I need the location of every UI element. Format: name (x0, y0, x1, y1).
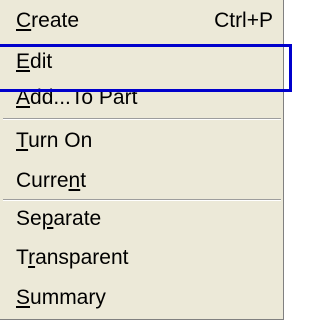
menu-item-turn-on[interactable]: Turn On (0, 123, 283, 159)
menu-item-summary[interactable]: Summary (0, 280, 283, 316)
menu-item-label: Summary (16, 286, 106, 309)
menu-item-transparent[interactable]: Transparent (0, 240, 283, 276)
menu-item-label: Transparent (16, 246, 129, 269)
menu-item-label: Edit (16, 50, 53, 73)
shortcut-label: Ctrl+P (214, 9, 273, 32)
menu-separator (3, 118, 281, 120)
context-menu: Create Ctrl+P Edit Add...To Part Turn On… (0, 0, 284, 320)
menu-item-separate[interactable]: Separate (0, 201, 283, 237)
menu-item-current[interactable]: Current (0, 163, 283, 199)
menu-item-edit[interactable]: Edit (0, 44, 283, 80)
menu-item-label: Create (16, 9, 80, 32)
menu-item-label: Add...To Part (16, 86, 138, 109)
menu-item-label: Current (16, 169, 87, 192)
menu-item-label: Separate (16, 207, 102, 230)
menu-item-create[interactable]: Create Ctrl+P (0, 3, 283, 39)
menu-item-label: Turn On (16, 129, 93, 152)
menu-item-add-to-part[interactable]: Add...To Part (0, 80, 283, 116)
